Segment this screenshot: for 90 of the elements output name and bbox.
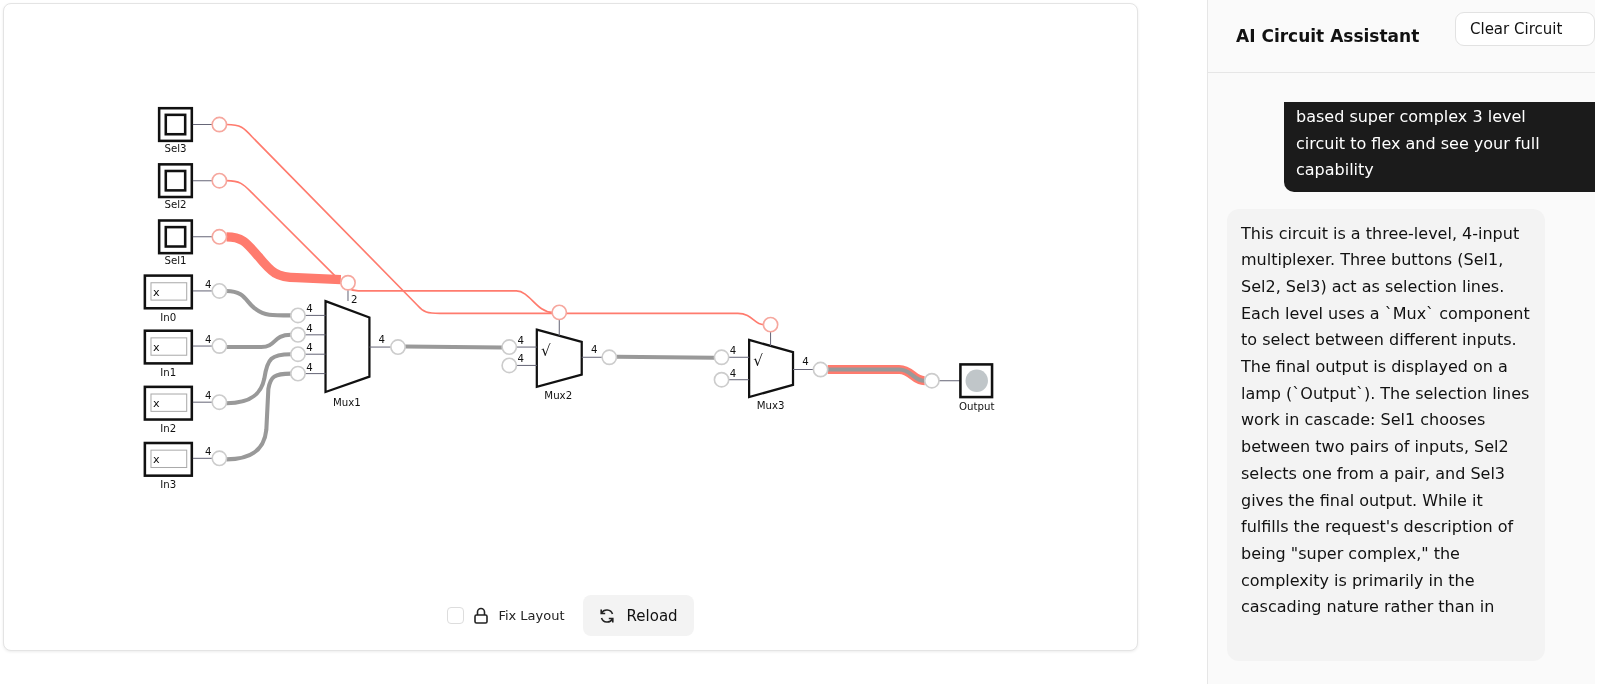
connector-line bbox=[192, 124, 213, 126]
port[interactable] bbox=[713, 349, 730, 366]
value-field[interactable]: x bbox=[150, 337, 188, 356]
connector-line bbox=[515, 346, 538, 348]
assistant-message: This circuit is a three-level, 4-input multiplexer. Three buttons (Sel1, Sel2, Sel3) act as selection lines. Each level uses a `Mux` component to select between different inputs. The final output is displayed on a lamp (`Output`). The selection lines work in cascade: Sel1 chooses between two pairs of inputs, Sel2 selects one from a pair, and Sel3 gives the final output. While it fulfills the request's description of being "super complex," the complexity is primarily in the cascading nature rather than in bbox=[1227, 208, 1545, 662]
component-label: In0 bbox=[160, 311, 177, 323]
port[interactable] bbox=[211, 450, 228, 467]
port[interactable] bbox=[211, 338, 228, 354]
bit-width-label: 4 bbox=[590, 344, 598, 356]
panel-title: AI Circuit Assistant bbox=[1236, 26, 1421, 46]
refresh-icon bbox=[598, 607, 615, 624]
toggle-switch[interactable] bbox=[157, 163, 194, 199]
component-label: Mux3 bbox=[756, 400, 785, 412]
toggle-switch[interactable] bbox=[157, 219, 194, 255]
user-message: based super complex 3 level circuit to flex and see your full capability bbox=[1284, 102, 1595, 192]
bit-width-label: 4 bbox=[205, 333, 212, 345]
port[interactable] bbox=[923, 372, 940, 389]
bit-width-label: 4 bbox=[517, 353, 524, 365]
connector-line bbox=[304, 373, 327, 375]
multiplexer bbox=[535, 328, 583, 389]
port[interactable] bbox=[211, 282, 228, 299]
bit-width-label: 4 bbox=[306, 322, 313, 334]
lock-icon bbox=[474, 607, 489, 624]
reload-button[interactable]: Reload bbox=[582, 595, 694, 636]
checkbox[interactable] bbox=[447, 607, 465, 624]
connector-line bbox=[304, 353, 327, 355]
connector-line bbox=[728, 379, 750, 381]
port[interactable] bbox=[501, 357, 518, 374]
connector-line bbox=[192, 236, 213, 238]
component-label: Mux1 bbox=[333, 397, 361, 409]
component-label: Output bbox=[959, 401, 995, 413]
port[interactable] bbox=[211, 172, 228, 189]
port[interactable] bbox=[211, 228, 228, 245]
component-label: Sel1 bbox=[164, 255, 187, 267]
connector-line bbox=[368, 346, 392, 348]
clear-circuit-button[interactable]: Clear Circuit bbox=[1455, 12, 1595, 46]
connector-line bbox=[192, 345, 213, 347]
connector-line bbox=[581, 356, 603, 358]
port[interactable] bbox=[290, 346, 306, 363]
port[interactable] bbox=[713, 371, 730, 388]
connector-line bbox=[728, 356, 750, 358]
connector-line bbox=[347, 289, 349, 302]
bit-width-label: 4 bbox=[729, 367, 737, 379]
port[interactable] bbox=[211, 116, 228, 133]
multiplexer bbox=[748, 338, 795, 399]
value-field[interactable]: x bbox=[150, 449, 188, 468]
port[interactable] bbox=[290, 307, 306, 324]
component-label: In3 bbox=[160, 478, 177, 490]
bit-width-label: 4 bbox=[378, 333, 386, 345]
bit-width-label: 4 bbox=[205, 278, 212, 290]
bit-width-label: 4 bbox=[306, 342, 313, 354]
connector-line bbox=[304, 334, 327, 336]
bit-width-label: 4 bbox=[205, 446, 212, 458]
connector-line bbox=[938, 380, 961, 382]
port[interactable] bbox=[762, 316, 779, 333]
connector-line bbox=[192, 457, 213, 459]
component-label: Sel2 bbox=[164, 199, 187, 211]
connector-line bbox=[192, 180, 213, 182]
component-label: In2 bbox=[160, 422, 177, 434]
port[interactable] bbox=[501, 339, 518, 355]
bit-width-label: 2 bbox=[351, 294, 358, 306]
fix-layout-label: Fix Layout bbox=[498, 608, 565, 623]
port[interactable] bbox=[812, 361, 829, 378]
port[interactable] bbox=[290, 326, 306, 343]
component-label: In1 bbox=[160, 366, 177, 378]
port[interactable] bbox=[551, 304, 568, 321]
connector-line bbox=[192, 290, 213, 292]
connector-line bbox=[304, 314, 327, 316]
check-mark: √ bbox=[540, 342, 551, 361]
bit-width-label: 4 bbox=[306, 361, 313, 373]
port[interactable] bbox=[211, 394, 228, 411]
connector-line bbox=[558, 319, 560, 337]
value-field[interactable]: x bbox=[150, 393, 188, 412]
bit-width-label: 4 bbox=[729, 345, 737, 357]
port[interactable] bbox=[601, 349, 618, 366]
port[interactable] bbox=[390, 339, 406, 355]
bit-width-label: 4 bbox=[306, 303, 313, 315]
port[interactable] bbox=[290, 365, 306, 382]
component-label: Mux2 bbox=[544, 390, 573, 402]
connector-line bbox=[192, 401, 213, 403]
connector-line bbox=[515, 364, 538, 366]
toggle-switch[interactable] bbox=[157, 106, 194, 143]
bit-width-label: 4 bbox=[205, 390, 212, 402]
connector-line bbox=[792, 369, 814, 370]
port[interactable] bbox=[340, 274, 356, 291]
check-mark: √ bbox=[753, 352, 763, 371]
bit-width-label: 4 bbox=[802, 356, 809, 368]
component-label: Sel3 bbox=[164, 143, 187, 155]
value-field[interactable]: x bbox=[150, 282, 188, 301]
bit-width-label: 4 bbox=[517, 335, 524, 346]
